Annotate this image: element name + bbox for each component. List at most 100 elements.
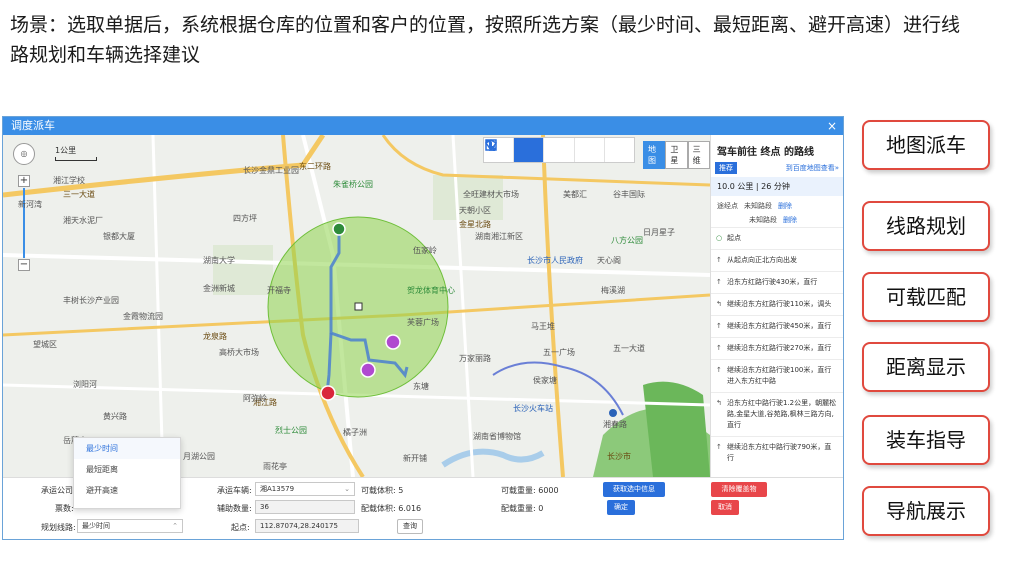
- feature-distance-display: 距离显示: [862, 342, 990, 392]
- route-step[interactable]: ↑ 继续沿东方红中路行驶790米，直行: [711, 436, 843, 469]
- chevron-up-icon: ⌃: [172, 522, 178, 530]
- route-step[interactable]: ↑ 继续沿东方红路行驶100米，直行进入东方红中路: [711, 359, 843, 392]
- route-step[interactable]: ↑ 继续沿东方红路行驶270米，直行: [711, 337, 843, 359]
- square-icon[interactable]: [485, 138, 634, 162]
- map-poi: 五一广场: [543, 348, 575, 357]
- zoom-out-button[interactable]: −: [18, 259, 30, 271]
- map-poi: 高桥大市场: [219, 348, 259, 357]
- cfg-weight: 配载重量: 0: [501, 504, 544, 513]
- via-name: 未知路段: [744, 202, 772, 210]
- start-field[interactable]: 112.87074,28.240175: [255, 519, 359, 533]
- step-text: 继续沿东方红路行驶100米，直行进入东方红中路: [727, 366, 832, 385]
- diamond-icon[interactable]: [484, 138, 605, 162]
- cancel-button[interactable]: 取消: [711, 500, 739, 515]
- query-button[interactable]: 查询: [397, 519, 423, 534]
- route-plan-label: 规划线路:: [41, 523, 76, 532]
- map-poi: 芙蓉广场: [407, 318, 439, 327]
- map-poi: 日月星子: [643, 228, 675, 237]
- route-panel-tabs: 推荐 到百度地图查看»: [711, 162, 843, 174]
- aux-field: 36: [255, 500, 355, 514]
- map-poi: 新开铺: [403, 454, 427, 463]
- map-poi: 马王堆: [531, 322, 555, 331]
- option-shortest-distance[interactable]: 最短距离: [74, 459, 180, 480]
- step-text: 起点: [727, 234, 741, 242]
- road-label: 龙泉路: [203, 332, 227, 341]
- pan-control-icon[interactable]: ◎: [13, 143, 35, 165]
- straight-arrow-icon: ↑: [716, 278, 722, 286]
- map-type-satellite[interactable]: 卫星: [665, 141, 688, 169]
- road-label: 长沙市: [607, 452, 631, 461]
- map-poi: 阿弥岭: [243, 394, 267, 403]
- route-step[interactable]: ○ 起点: [711, 227, 843, 249]
- straight-arrow-icon: ↑: [716, 366, 722, 374]
- aux-label: 辅助数量:: [217, 504, 252, 513]
- window-titlebar: 调度派车 ×: [3, 117, 843, 135]
- option-avoid-highway[interactable]: 避开高速: [74, 480, 180, 501]
- start-value: 112.87074,28.240175: [260, 522, 338, 530]
- scale-label: 1公里: [55, 146, 77, 155]
- map-poi: 朱雀桥公园: [333, 180, 373, 189]
- route-step[interactable]: ↑ 沿东方红路行驶430米，直行: [711, 271, 843, 293]
- scale-bar: [55, 157, 97, 161]
- via-delete-button[interactable]: 删除: [783, 215, 797, 225]
- step-text: 从起点向正北方向出发: [727, 256, 797, 264]
- close-icon[interactable]: ×: [827, 117, 837, 135]
- window-title: 调度派车: [11, 119, 55, 132]
- step-text: 继续沿东方红中路行驶790米，直行: [727, 443, 832, 462]
- map-poi: 四方坪: [233, 214, 257, 223]
- map-poi: 银都大厦: [103, 232, 135, 241]
- road-label: 三一大道: [63, 190, 95, 199]
- map-poi: 侯家塘: [533, 376, 557, 385]
- volume-capacity: 可载体积: 5: [361, 486, 404, 495]
- map-zoom-control: ◎ + −: [13, 143, 35, 271]
- route-step[interactable]: ↑ 从起点向正北方向出发: [711, 249, 843, 271]
- map-poi: 湖南湘江新区: [475, 232, 523, 241]
- carrier-label: 承运公司:: [41, 486, 76, 495]
- uturn-arrow-icon: ↰: [716, 300, 722, 308]
- feature-route-planning: 线路规划: [862, 201, 990, 251]
- map-poi: 美都汇: [563, 190, 587, 199]
- map-canvas[interactable]: ◎ + − 1公里 地图 卫星 三维 东二环路 金星北路 龙泉路 三一大道 湘江…: [3, 135, 710, 477]
- route-summary: 10.0 公里 | 26 分钟: [711, 177, 843, 196]
- zoom-in-button[interactable]: +: [18, 175, 30, 187]
- step-text: 继续沿东方红路行驶450米，直行: [727, 322, 832, 330]
- count-label: 票数:: [55, 504, 74, 513]
- map-poi: 湖南大学: [203, 256, 235, 265]
- option-least-time[interactable]: 最少时间: [74, 438, 180, 459]
- via-name: 未知路段: [749, 216, 777, 224]
- via-delete-button[interactable]: 删除: [778, 201, 792, 211]
- step-text: 沿东方红中路行驶1.2公里，朝麓松路,金星大道,谷苑路,枫林三路方向,直行: [727, 399, 837, 429]
- map-poi: 浏阳河: [73, 380, 97, 389]
- vehicle-select[interactable]: 湘A13579 ⌄: [255, 482, 355, 496]
- route-step[interactable]: ↑ 继续沿东方红路行驶450米，直行: [711, 315, 843, 337]
- start-label: 起点:: [231, 523, 250, 532]
- map-poi: 全旺建材大市场: [463, 190, 519, 199]
- get-selected-button[interactable]: 获取选中信息: [603, 482, 665, 497]
- map-poi: 湘天水泥厂: [63, 216, 103, 225]
- map-type-3d[interactable]: 三维: [687, 141, 710, 169]
- start-icon: ○: [716, 234, 723, 242]
- route-step[interactable]: ↰ 沿东方红中路行驶1.2公里，朝麓松路,金星大道,谷苑路,枫林三路方向,直行: [711, 392, 843, 436]
- via-label: 途经点: [717, 202, 738, 210]
- route-icon[interactable]: [485, 138, 575, 162]
- map-poi: 梅溪湖: [601, 286, 625, 295]
- map-poi: 开福寺: [267, 286, 291, 295]
- draw-toolbar: [483, 137, 635, 163]
- chevron-down-icon: ⌄: [344, 485, 350, 493]
- baidu-map-link[interactable]: 到百度地图查看»: [786, 163, 839, 173]
- feature-loading-guide: 装车指导: [862, 415, 990, 465]
- circle-icon[interactable]: [485, 138, 545, 162]
- route-step[interactable]: ↰ 继续沿东方红路行驶110米，调头: [711, 293, 843, 315]
- straight-arrow-icon: ↑: [716, 443, 722, 451]
- map-poi: 天心阁: [597, 256, 621, 265]
- route-plan-select[interactable]: 最少时间 ⌃: [77, 519, 183, 533]
- recommend-tab[interactable]: 推荐: [715, 162, 737, 174]
- vehicle-value: 湘A13579: [260, 485, 295, 493]
- map-poi: 月湖公园: [183, 452, 215, 461]
- map-poi: 伍家岭: [413, 246, 437, 255]
- clear-overlays-button[interactable]: 清除覆盖物: [711, 482, 767, 497]
- map-poi: 黄兴路: [103, 412, 127, 421]
- confirm-button[interactable]: 确定: [607, 500, 635, 515]
- map-poi: 谷丰国际: [613, 190, 645, 199]
- map-type-normal[interactable]: 地图: [643, 141, 666, 169]
